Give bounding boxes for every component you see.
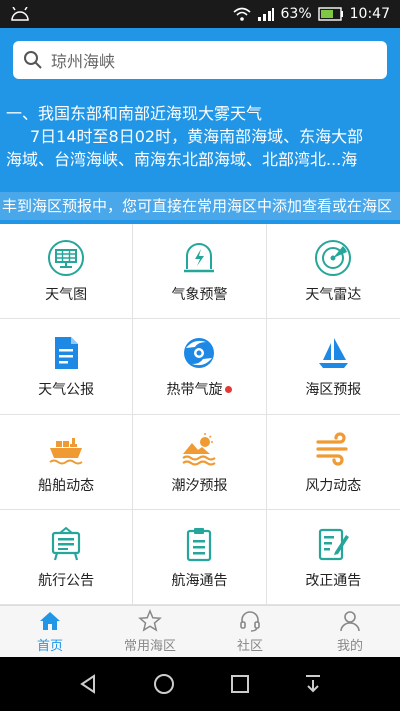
tab-label: 我的 [336, 639, 363, 654]
search-icon [24, 51, 42, 69]
grid-item-correction-notice[interactable]: 改正通告 [266, 510, 400, 605]
status-bar: 63% 10:47 [0, 0, 400, 28]
notice-board-icon [46, 524, 86, 564]
grid-label: 海区预报 [305, 382, 362, 399]
person-icon [337, 609, 363, 633]
grid-label: 热带气旋 [166, 382, 223, 399]
grid-item-radar[interactable]: 天气雷达 [266, 224, 400, 320]
tab-profile[interactable]: 我的 [300, 606, 400, 657]
grid-item-nav-notice[interactable]: 航行公告 [0, 509, 134, 605]
signal-icon [257, 8, 274, 21]
search-input[interactable]: 琼州海峡 [13, 41, 387, 79]
cyclone-icon [179, 333, 219, 373]
clock: 10:47 [349, 6, 390, 22]
grid-label: 天气图 [45, 287, 88, 304]
feature-grid: 天气图 气象预警 天气雷达 天气公报 热带气旋 海区预报 船舶动态 潮汐预报 风… [0, 224, 400, 605]
header: 琼州海峡 一、我国东部和南部近海现大雾天气 7日14时至8日02时，黄海南部海域… [0, 28, 400, 224]
notice-line: 海域、台湾海峡、南海东北部海域、北部湾北...海 [6, 150, 358, 169]
grid-item-bulletin[interactable]: 天气公报 [0, 319, 134, 415]
grid-label: 潮汐预报 [171, 477, 228, 494]
radar-icon [313, 238, 353, 278]
scrolling-tip: 丰到海区预报中，您可直接在常用海区中添加查看或在海区 [0, 192, 400, 220]
grid-item-marine-notice[interactable]: 航海通告 [133, 509, 267, 605]
notice-title: 一、我国东部和南部近海现大雾天气 [6, 104, 263, 123]
tab-home[interactable]: 首页 [0, 606, 100, 657]
home-icon [37, 609, 63, 633]
tab-community[interactable]: 社区 [200, 606, 300, 657]
tab-label: 常用海区 [123, 639, 176, 654]
notification-pull-icon[interactable] [303, 673, 323, 695]
wind-icon [313, 429, 353, 469]
battery-icon [317, 7, 343, 21]
grid-label: 航海通告 [171, 572, 228, 589]
star-icon [137, 609, 163, 633]
wifi-icon [232, 7, 251, 21]
weather-map-icon [46, 238, 86, 278]
tab-favorite-areas[interactable]: 常用海区 [100, 606, 200, 657]
grid-label: 天气公报 [38, 382, 95, 399]
system-nav-bar [0, 657, 400, 711]
bulletin-icon [46, 333, 86, 373]
headset-icon [237, 609, 263, 633]
sailboat-icon [313, 333, 353, 373]
notice-line: 7日14时至8日02时，黄海南部海域、东海大部 [30, 127, 364, 146]
unread-dot [225, 385, 233, 393]
grid-label: 风力动态 [305, 477, 362, 494]
grid-label: 船舶动态 [38, 477, 95, 494]
grid-label: 气象预警 [171, 287, 228, 304]
weather-notice[interactable]: 一、我国东部和南部近海现大雾天气 7日14时至8日02时，黄海南部海域、东海大部… [6, 102, 396, 171]
android-icon [11, 7, 29, 21]
home-button-icon[interactable] [152, 672, 176, 696]
grid-item-weather-map[interactable]: 天气图 [0, 224, 134, 320]
tab-label: 首页 [36, 639, 63, 654]
grid-label: 天气雷达 [305, 287, 362, 304]
weather-alert-icon [179, 238, 219, 278]
bottom-tab-bar: 首页 常用海区 社区 我的 [0, 605, 400, 657]
grid-item-cyclone[interactable]: 热带气旋 [133, 319, 267, 415]
grid-item-weather-alert[interactable]: 气象预警 [133, 224, 267, 320]
tab-label: 社区 [236, 639, 263, 654]
grid-item-sea-forecast[interactable]: 海区预报 [266, 319, 400, 415]
grid-label: 改正通告 [305, 572, 362, 589]
edit-doc-icon [313, 524, 353, 564]
tide-icon [179, 429, 219, 469]
clipboard-icon [179, 524, 219, 564]
grid-item-wind[interactable]: 风力动态 [266, 415, 400, 510]
grid-item-ship-status[interactable]: 船舶动态 [0, 414, 134, 510]
grid-label: 航行公告 [38, 572, 95, 589]
search-placeholder: 琼州海峡 [51, 52, 116, 71]
back-icon[interactable] [77, 673, 99, 695]
ship-icon [46, 429, 86, 469]
recents-icon[interactable] [230, 674, 250, 694]
battery-percent: 63% [280, 6, 312, 22]
grid-item-tide[interactable]: 潮汐预报 [133, 414, 267, 510]
